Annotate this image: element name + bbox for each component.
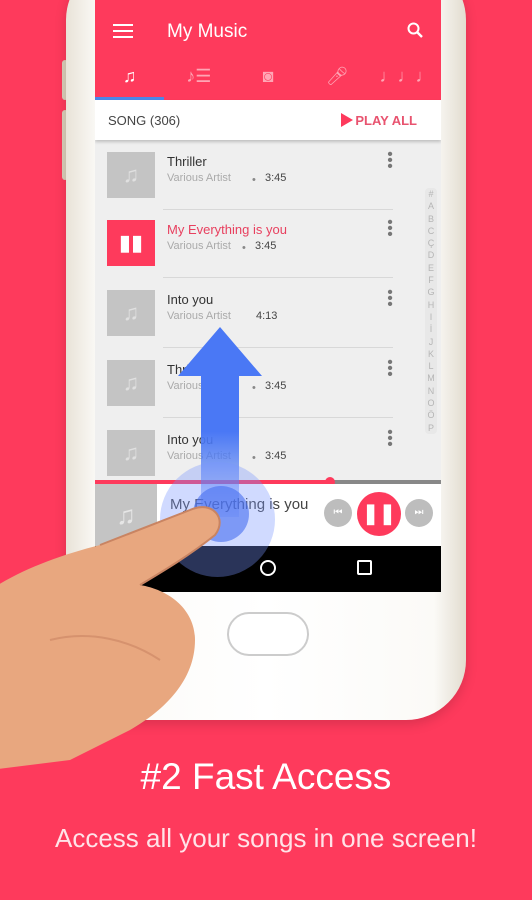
index-letter[interactable]: I (425, 311, 437, 323)
index-letter[interactable]: M (425, 372, 437, 384)
song-row[interactable]: ♫ Into you Various Artist 4:13 • • • (95, 278, 441, 348)
list-header: SONG (306) PLAY ALL (95, 100, 441, 140)
index-letter[interactable]: D (425, 249, 437, 261)
index-letter[interactable]: # (425, 188, 437, 200)
play-all-button[interactable]: PLAY ALL (355, 113, 417, 128)
song-artist: Various Artist (167, 310, 231, 322)
app-title: My Music (167, 21, 248, 42)
index-letter[interactable]: P (425, 422, 437, 434)
promo-headline: #2 Fast Access (140, 756, 392, 797)
song-duration: 3:45 (255, 240, 277, 252)
playlist-icon: ♪☰ (186, 66, 212, 86)
index-letter[interactable]: Ç (425, 237, 437, 249)
promo-subtitle: Access all your songs in one screen! (55, 823, 477, 853)
tab-genres[interactable]: ♩♩♩ (372, 62, 441, 100)
album-art-placeholder: ♫ (107, 290, 155, 336)
index-letter[interactable]: N (425, 385, 437, 397)
index-letter[interactable]: G (425, 286, 437, 298)
more-options-icon[interactable]: • • • (387, 147, 393, 175)
song-artist: Various Artist (167, 172, 231, 184)
index-letter[interactable]: A (425, 200, 437, 212)
home-nav-icon[interactable] (260, 560, 276, 576)
song-duration: 3:45 (265, 172, 287, 184)
separator-dot: • (242, 242, 246, 254)
music-note-icon: ♫ (122, 66, 137, 86)
index-letter[interactable]: O (425, 397, 437, 409)
play-icon[interactable] (341, 113, 353, 127)
song-list[interactable]: ♫ Thriller Various Artist • 3:45 • • • ▮▮ … (95, 140, 441, 482)
song-row[interactable]: ♫ Thriller Various Artist • 3:45 ••• (95, 140, 441, 210)
recents-nav-icon[interactable] (357, 560, 372, 575)
album-art-placeholder: ♫ (107, 430, 155, 476)
search-icon[interactable] (407, 22, 423, 38)
album-art-placeholder: ♫ (107, 360, 155, 406)
tab-playlists[interactable]: ♪☰ (164, 62, 233, 100)
next-button[interactable]: ⏭ (405, 499, 433, 527)
more-options-icon[interactable]: • • • (387, 215, 393, 243)
alphabet-index[interactable]: # A B C Ç D E F G H I İ J K L M N O Ö P (425, 188, 437, 434)
tab-songs[interactable]: ♫ (95, 62, 164, 100)
index-letter[interactable]: C (425, 225, 437, 237)
tab-albums[interactable]: ◙ (233, 62, 302, 100)
song-title: Thriller (167, 154, 207, 169)
index-letter[interactable]: İ (425, 323, 437, 335)
index-letter[interactable]: E (425, 262, 437, 274)
previous-button[interactable]: ⏮ (324, 499, 352, 527)
song-duration: 3:45 (265, 380, 287, 392)
song-duration: 4:13 (256, 310, 278, 322)
pause-button[interactable]: ❚❚ (357, 492, 401, 536)
song-artist: Various Artist (167, 240, 231, 252)
song-row[interactable]: ♫ Thriller Various Artist • 3:45 ••• (95, 348, 441, 418)
artist-icon: 🎤︎ (325, 66, 349, 86)
index-letter[interactable]: Ö (425, 409, 437, 421)
more-options-icon[interactable]: • • • (387, 355, 393, 383)
song-count: SONG (306) (108, 113, 181, 128)
index-letter[interactable]: L (425, 360, 437, 372)
index-letter[interactable]: H (425, 299, 437, 311)
song-row[interactable]: ♫ Into you Various Artist • 3:45 • • • (95, 418, 441, 488)
hamburger-icon[interactable] (113, 24, 133, 38)
separator-dot: • (252, 174, 256, 186)
index-letter[interactable]: B (425, 213, 437, 225)
song-title: Into you (167, 292, 214, 307)
song-duration: 3:45 (265, 450, 287, 462)
more-options-icon[interactable]: • • • (387, 425, 393, 453)
song-title: My Everything is you (167, 222, 287, 237)
hand-pointer-icon (0, 506, 221, 769)
more-options-icon[interactable]: • • • (387, 285, 393, 313)
song-row[interactable]: ▮▮ My Everything is you Various Artist •… (95, 208, 441, 278)
app-bar: My Music ♫ ♪☰ ◙ 🎤︎ ♩♩♩ (95, 0, 441, 100)
genre-icon: ♩♩♩ (379, 66, 434, 86)
index-letter[interactable]: J (425, 336, 437, 348)
album-art-placeholder: ♫ (107, 152, 155, 198)
index-letter[interactable]: K (425, 348, 437, 360)
equalizer-icon: ▮▮ (107, 220, 155, 266)
index-letter[interactable]: F (425, 274, 437, 286)
tab-artists[interactable]: 🎤︎ (303, 62, 372, 100)
album-icon: ◙ (262, 66, 274, 86)
